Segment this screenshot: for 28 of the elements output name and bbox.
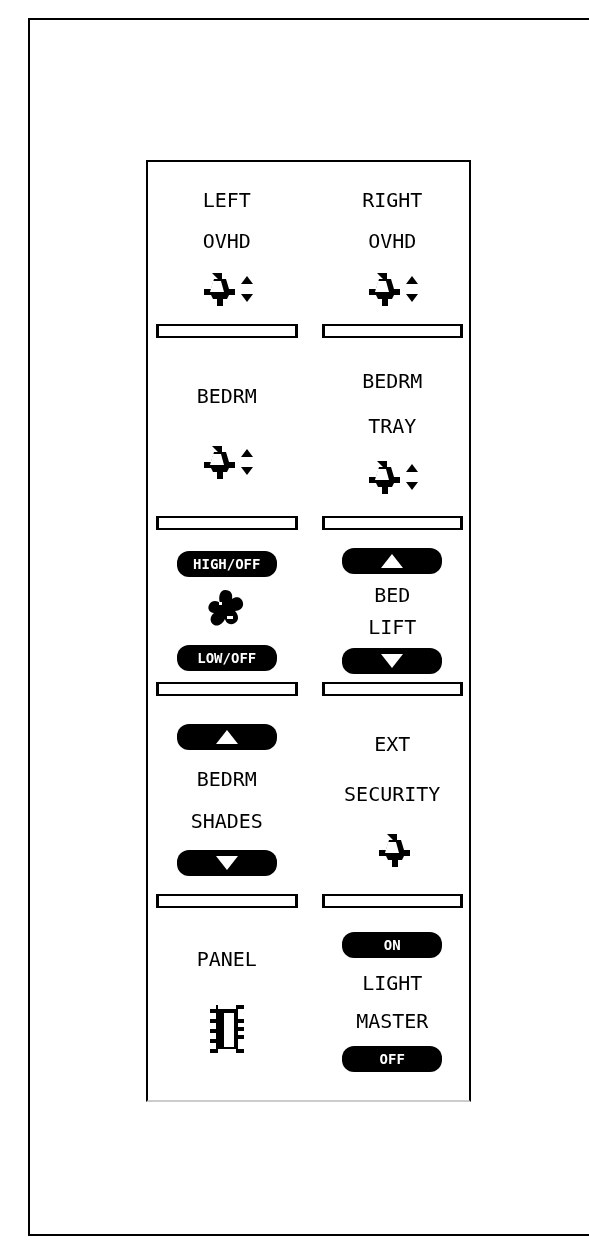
- control-label: LIFT: [368, 615, 417, 640]
- on-button[interactable]: ON: [342, 931, 443, 958]
- up-button[interactable]: [176, 723, 277, 750]
- control-label: RIGHT: [362, 187, 423, 212]
- control-label: BEDRM: [196, 767, 257, 792]
- control-label: BED: [374, 582, 411, 607]
- up-triangle-icon: [215, 729, 238, 744]
- low-off-button[interactable]: LOW/OFF: [176, 645, 277, 671]
- up-button[interactable]: [342, 548, 443, 575]
- control-label: SECURITY: [344, 782, 441, 806]
- down-triangle-icon: [381, 653, 404, 668]
- control-label: PANEL: [196, 947, 257, 972]
- control-label: LEFT: [202, 187, 251, 212]
- control-label: EXT: [374, 732, 411, 756]
- off-button[interactable]: OFF: [342, 1046, 443, 1073]
- control-label: BEDRM: [196, 384, 257, 408]
- high-off-button[interactable]: HIGH/OFF: [176, 551, 277, 577]
- control-label: OVHD: [368, 229, 417, 253]
- down-button[interactable]: [176, 850, 277, 877]
- control-label: SHADES: [190, 808, 263, 833]
- down-triangle-icon: [215, 856, 238, 871]
- control-label: BEDRM: [362, 369, 423, 393]
- control-label: MASTER: [356, 1008, 429, 1033]
- control-label: TRAY: [368, 414, 417, 438]
- down-button[interactable]: [342, 647, 443, 674]
- control-label: OVHD: [202, 229, 251, 253]
- control-label: LIGHT: [362, 971, 423, 996]
- up-triangle-icon: [381, 554, 404, 569]
